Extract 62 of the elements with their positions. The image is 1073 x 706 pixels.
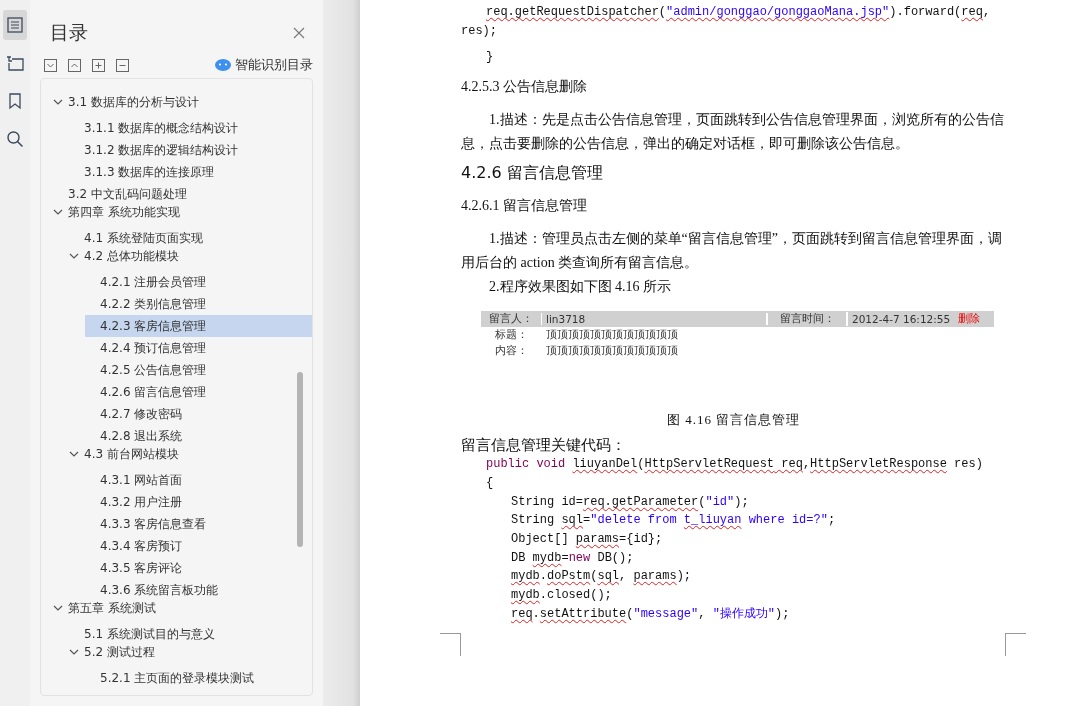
expand-all-icon[interactable] <box>44 58 57 72</box>
code-line: } <box>485 49 495 67</box>
toc-item[interactable]: 4.2.5 公告信息管理 <box>85 359 312 381</box>
toc-item[interactable]: 3.1 数据库的分析与设计 <box>53 91 312 113</box>
section-heading: 4.2.6.1 留言信息管理 <box>461 197 588 216</box>
toc-item[interactable]: 3.1.2 数据库的逻辑结构设计 <box>69 139 312 161</box>
code-line: mydb.doPstm(sql, params); <box>511 568 693 586</box>
toc-item[interactable]: 4.2.2 类别信息管理 <box>85 293 312 315</box>
field-label: 内容： <box>493 344 529 359</box>
field-value: 顶顶顶顶顶顶顶顶顶顶顶顶 <box>541 344 766 359</box>
toc-item[interactable]: 4.2.7 修改密码 <box>85 403 312 425</box>
toc-item[interactable]: 4.2.1 注册会员管理 <box>85 271 312 293</box>
paragraph: 2.程序效果图如下图 4.16 所示 <box>488 278 672 297</box>
toc-item[interactable]: 4.3.2 用户注册 <box>85 491 312 513</box>
section-heading: 4.2.5.3 公告信息删除 <box>461 78 588 97</box>
toc-item[interactable]: 4.3.1 网站首面 <box>85 469 312 491</box>
toc-item[interactable]: 4.2.6 留言信息管理 <box>85 381 312 403</box>
code-line: req.getRequestDispatcher("admin/gonggao/gonggaoMana.jsp").forward(req, res); <box>461 4 992 40</box>
toc-item[interactable]: 4.2.4 预订信息管理 <box>85 337 312 359</box>
panel-title: 目录 <box>50 20 88 45</box>
smart-toc-button[interactable]: 智能识别目录 <box>215 56 313 74</box>
field-value: lin3718 <box>541 313 768 326</box>
chevron-down-icon[interactable] <box>69 449 79 459</box>
toc-item[interactable]: 4.3.4 客房预订 <box>85 535 312 557</box>
code-line: DB mydb=new DB(); <box>511 549 635 567</box>
close-icon[interactable] <box>293 27 305 39</box>
paragraph: 1.描述：先是点击公告信息管理，页面跳转到公告信息管理界面，浏览所有的公告信息，点击要删除的公告信息，弹出的确定对话框，即可删除该公告信息。 <box>461 111 1005 154</box>
code-line: String sql="delete from t_liuyan where id=?"; <box>511 512 837 530</box>
field-value: 顶顶顶顶顶顶顶顶顶顶顶顶 <box>541 328 766 343</box>
paragraph: 留言信息管理关键代码： <box>461 436 627 456</box>
collapse-all-icon[interactable] <box>68 58 81 72</box>
chevron-down-icon[interactable] <box>69 647 79 657</box>
code-line: { <box>486 474 495 492</box>
code-line: mydb.closed(); <box>511 587 613 605</box>
code-line: public void liuyanDel(HttpServletRequest req,HttpServletResponse res) <box>486 456 984 474</box>
toc-item[interactable]: 4.3.5 客房评论 <box>85 557 312 579</box>
toc-item[interactable]: 4.3.3 客房信息查看 <box>85 513 312 535</box>
remove-icon[interactable] <box>116 58 129 72</box>
margin-mark <box>1005 633 1026 657</box>
chevron-down-icon[interactable] <box>53 207 63 217</box>
scrollbar-thumb[interactable] <box>297 372 303 547</box>
field-value: 2012-4-7 16:12:55 <box>851 313 951 326</box>
paragraph: 1.描述：管理员点击左侧的菜单“留言信息管理”，页面跳转到留言信息管理界面，调用后台的 action 类查询所有留言信息。 <box>461 230 1003 273</box>
code-line: req.setAttribute("message", "操作成功"); <box>511 605 791 623</box>
toc-item[interactable]: 5.2.1 主页面的登录模块测试 <box>85 667 312 689</box>
chevron-down-icon[interactable] <box>53 97 63 107</box>
chevron-down-icon[interactable] <box>69 251 79 261</box>
toc-item[interactable]: 3.1.3 数据库的连接原理 <box>69 161 312 183</box>
field-label: 留言人： <box>488 312 534 327</box>
margin-mark <box>440 633 461 657</box>
field-label: 留言时间： <box>768 312 848 327</box>
toc-item[interactable]: 3.1.1 数据库的概念结构设计 <box>69 117 312 139</box>
code-line: String id=req.getParameter("id"); <box>511 493 750 511</box>
add-icon[interactable] <box>92 58 105 72</box>
toc-item[interactable]: 4.2.3 客房信息管理 <box>85 315 312 337</box>
figure-caption: 图 4.16 留言信息管理 <box>665 411 802 430</box>
chevron-down-icon[interactable] <box>53 603 63 613</box>
outline-icon[interactable] <box>3 10 27 40</box>
section-heading: 4.2.6 留言信息管理 <box>461 162 604 185</box>
robot-icon <box>215 59 231 71</box>
code-line: Object[] params={id}; <box>511 530 664 548</box>
field-label: 标题： <box>493 328 529 343</box>
